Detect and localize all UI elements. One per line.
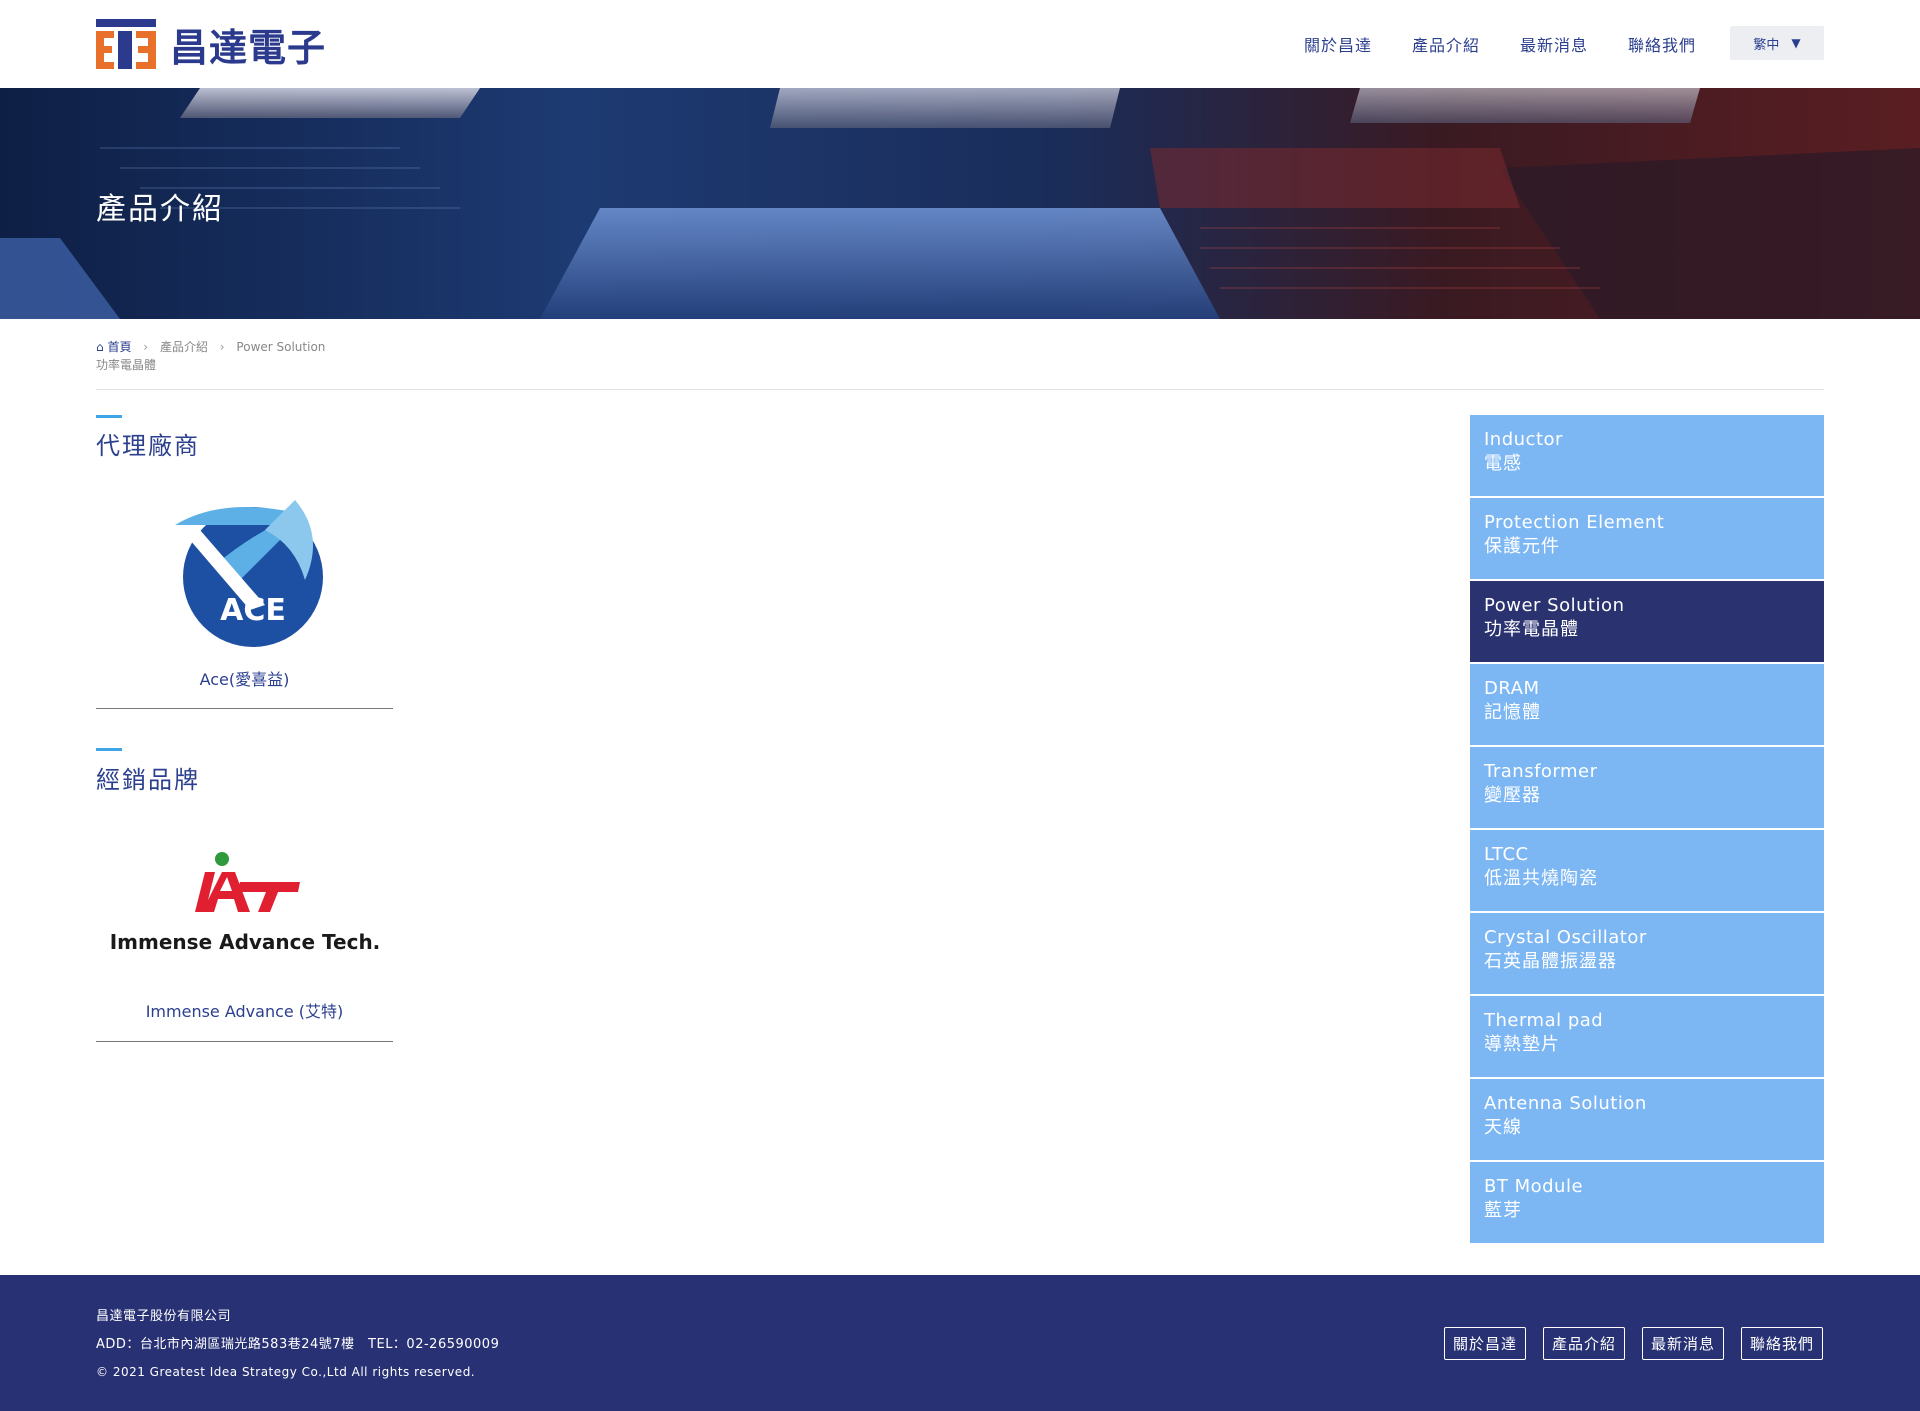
language-label: 繁中 (1753, 37, 1780, 53)
sidebar-item-label-en: LTCC (1484, 844, 1529, 865)
page-title: 產品介紹 (96, 192, 224, 227)
sidebar-item-label-zh: 藍芽 (1484, 1200, 1522, 1221)
sidebar-item-label-zh: 保護元件 (1484, 536, 1560, 557)
svg-text:ACE: ACE (220, 593, 286, 628)
nav-products[interactable]: 產品介紹 (1412, 32, 1480, 56)
sidebar-item-label-en: Protection Element (1484, 512, 1665, 533)
sidebar-item-label-zh: 低溫共燒陶瓷 (1484, 868, 1598, 889)
sidebar-item-label-en: Crystal Oscillator (1484, 927, 1647, 948)
breadcrumb-category: Power Solution (236, 340, 326, 354)
sidebar-item-bt-module[interactable]: BT Module 藍芽 (1470, 1162, 1824, 1243)
brand-name-immense: Immense Advance (艾特) (145, 1002, 344, 1021)
sidebar-item-inductor[interactable]: Inductor 電感 (1470, 415, 1824, 496)
sidebar-item-label-en: BT Module (1484, 1176, 1584, 1197)
brand-card-immense[interactable]: Immense Advance Tech. Immense Advance (艾… (96, 812, 393, 1042)
site-header: 昌達電子 關於昌達 產品介紹 最新消息 聯絡我們 繁中 ▼ (0, 0, 1920, 88)
chevron-right-icon: › (219, 340, 225, 354)
sidebar-item-label-en: Thermal pad (1484, 1010, 1604, 1031)
footer-link-contact[interactable]: 聯絡我們 (1741, 1327, 1824, 1360)
sidebar-item-thermal-pad[interactable]: Thermal pad 導熱墊片 (1470, 996, 1824, 1077)
divider (96, 389, 1824, 390)
home-icon[interactable]: ⌂ (96, 340, 104, 354)
section-accent-bar (96, 748, 122, 751)
section-accent-bar (96, 415, 122, 418)
hero-banner: 產品介紹 (0, 88, 1920, 319)
sidebar-item-label-en: Antenna Solution (1484, 1093, 1647, 1114)
chevron-down-icon: ▼ (1791, 36, 1801, 50)
logo-text: 昌達電子 (170, 25, 327, 70)
breadcrumb-home[interactable]: 首頁 (107, 340, 131, 354)
footer-link-news[interactable]: 最新消息 (1642, 1327, 1725, 1360)
sidebar-item-transformer[interactable]: Transformer 變壓器 (1470, 747, 1824, 828)
sidebar-item-label-zh: 導熱墊片 (1484, 1034, 1560, 1055)
chevron-right-icon: › (143, 340, 149, 354)
site-logo[interactable]: 昌達電子 (96, 18, 326, 70)
section-title-distributor: 經銷品牌 (96, 766, 200, 794)
footer-link-about[interactable]: 關於昌達 (1444, 1327, 1527, 1360)
category-sidebar: Inductor 電感 Protection Element 保護元件 Powe… (1470, 415, 1824, 1245)
nav-news[interactable]: 最新消息 (1520, 32, 1588, 56)
site-footer: 昌達電子股份有限公司 ADD：台北市內湖區瑞光路583巷24號7樓 TEL：02… (0, 1275, 1920, 1411)
footer-company: 昌達電子股份有限公司 (96, 1309, 232, 1324)
sidebar-item-label-en: DRAM (1484, 678, 1540, 699)
main-nav: 關於昌達 產品介紹 最新消息 聯絡我們 (1304, 32, 1736, 56)
logo-mark-icon (96, 19, 156, 69)
sidebar-item-label-zh: 電感 (1484, 453, 1522, 474)
nav-contact[interactable]: 聯絡我們 (1628, 32, 1696, 56)
ace-logo: ACE (96, 480, 393, 660)
sidebar-item-label-zh: 石英晶體振盪器 (1484, 951, 1617, 972)
sidebar-item-label-en: Power Solution (1484, 595, 1625, 616)
breadcrumb: ⌂ 首頁 › 產品介紹 › Power Solution 功率電晶體 (96, 338, 356, 374)
sidebar-item-ltcc[interactable]: LTCC 低溫共燒陶瓷 (1470, 830, 1824, 911)
sidebar-item-power-solution[interactable]: Power Solution 功率電晶體 (1470, 581, 1824, 662)
sidebar-item-label-zh: 功率電晶體 (1484, 619, 1579, 640)
circuit-board-image (0, 88, 1920, 319)
brand-card-ace[interactable]: ACE Ace(愛喜益) (96, 480, 393, 709)
sidebar-item-crystal-oscillator[interactable]: Crystal Oscillator 石英晶體振盪器 (1470, 913, 1824, 994)
footer-copyright: © 2021 Greatest Idea Strategy Co.,Ltd Al… (96, 1365, 476, 1379)
footer-link-products[interactable]: 產品介紹 (1543, 1327, 1626, 1360)
language-select[interactable]: 繁中 ▼ (1730, 26, 1824, 60)
nav-about[interactable]: 關於昌達 (1304, 32, 1372, 56)
svg-text:Immense Advance Tech.: Immense Advance Tech. (110, 930, 380, 954)
sidebar-item-label-zh: 變壓器 (1484, 785, 1541, 806)
footer-nav: 關於昌達 產品介紹 最新消息 聯絡我們 (1444, 1327, 1824, 1360)
sidebar-item-label-zh: 天線 (1484, 1117, 1522, 1138)
sidebar-item-label-en: Transformer (1484, 761, 1598, 782)
breadcrumb-category-zh: 功率電晶體 (96, 358, 157, 372)
sidebar-item-label-zh: 記憶體 (1484, 702, 1541, 723)
breadcrumb-products[interactable]: 產品介紹 (160, 340, 208, 354)
immense-advance-logo: Immense Advance Tech. (96, 812, 393, 992)
footer-address: ADD：台北市內湖區瑞光路583巷24號7樓 TEL：02-26590009 (96, 1337, 500, 1352)
section-title-agent: 代理廠商 (96, 432, 200, 460)
sidebar-item-dram[interactable]: DRAM 記憶體 (1470, 664, 1824, 745)
sidebar-item-protection-element[interactable]: Protection Element 保護元件 (1470, 498, 1824, 579)
sidebar-item-label-en: Inductor (1484, 429, 1563, 450)
brand-name-ace: Ace(愛喜益) (199, 670, 290, 689)
sidebar-item-antenna-solution[interactable]: Antenna Solution 天線 (1470, 1079, 1824, 1160)
